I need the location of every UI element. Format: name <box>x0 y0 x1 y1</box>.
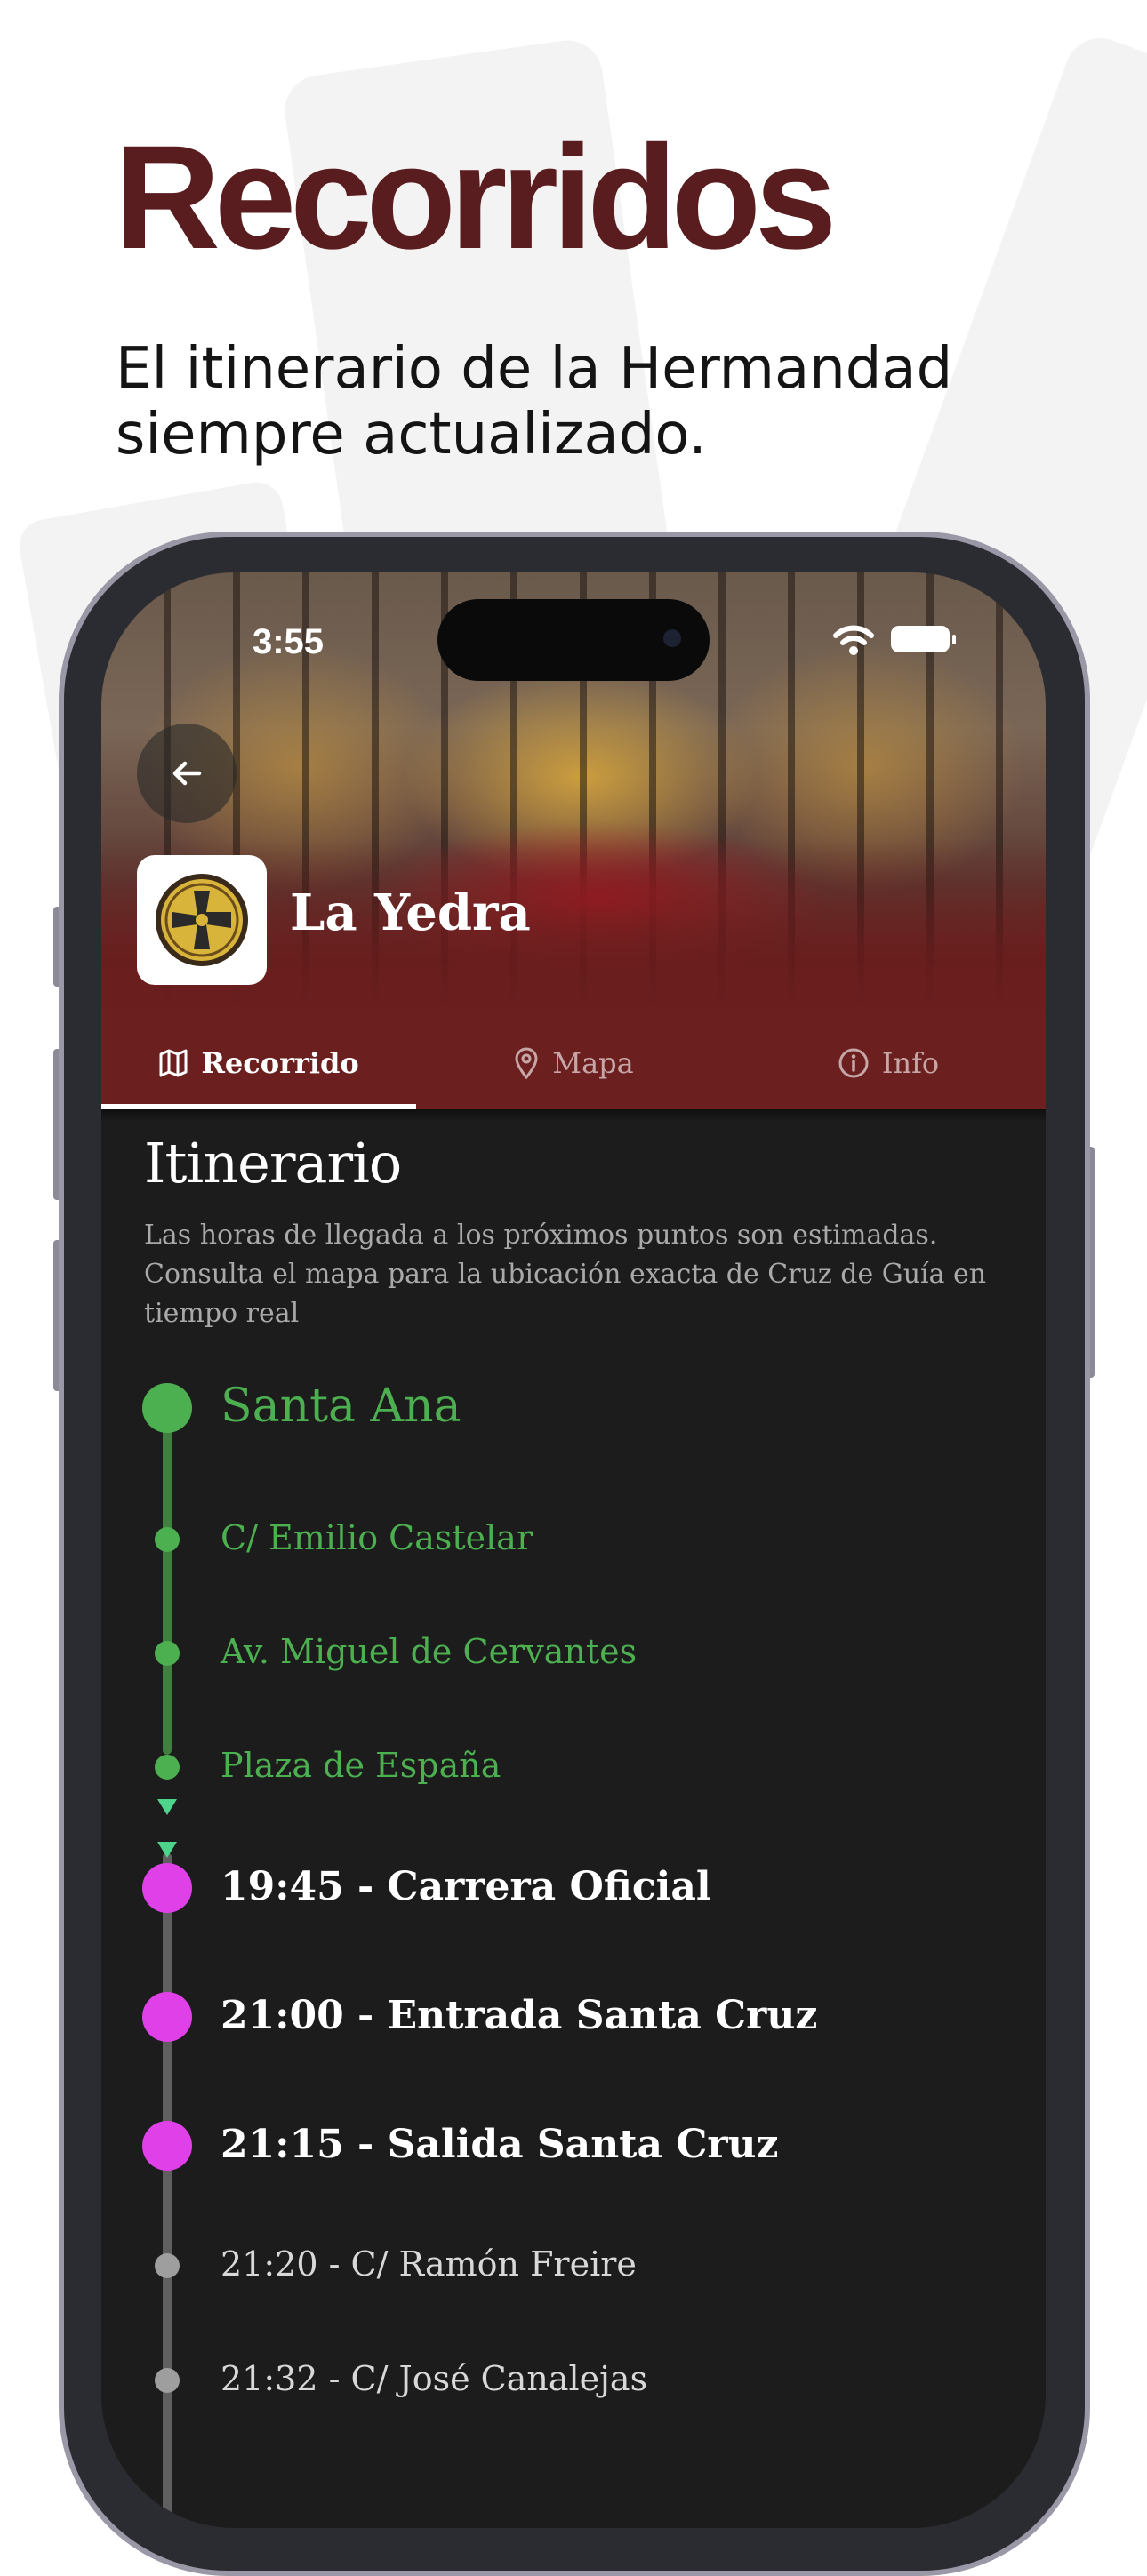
promo-title: Recorridos <box>114 116 837 280</box>
timeline-rail-passed <box>163 1408 172 1755</box>
stop-marker-passed <box>142 1383 192 1433</box>
stop-marker-passed <box>155 1641 180 1666</box>
stop-marker-upcoming <box>155 2368 180 2393</box>
promo-subtitle: El itinerario de la Hermandad siempre ac… <box>116 336 953 468</box>
stop-marker-upcoming <box>155 2253 180 2278</box>
stop-label: Plaza de España <box>221 1746 501 1786</box>
stop-label: C/ Emilio Castelar <box>221 1518 533 1558</box>
stop-label: 21:00 - Entrada Santa Cruz <box>221 1992 818 2038</box>
stop-marker-highlight <box>142 1992 192 2042</box>
stop-label: 21:20 - C/ Ramón Freire <box>221 2244 637 2284</box>
stop-label: 19:45 - Carrera Oficial <box>221 1863 711 1909</box>
phone-screen: 3:55 La Yedra Recorrido Mapa Info Itiner… <box>101 572 1046 2528</box>
stop-label: 21:32 - C/ José Canalejas <box>221 2359 648 2399</box>
arrow-down-icon <box>157 1799 177 1815</box>
stop-label: Santa Ana <box>221 1379 461 1433</box>
stop-marker-highlight <box>142 1863 192 1913</box>
timeline-rail-upcoming <box>163 1852 172 2528</box>
stop-marker-highlight <box>142 2121 192 2171</box>
stop-marker-passed <box>155 1755 180 1780</box>
stop-label: Av. Miguel de Cervantes <box>221 1632 638 1672</box>
arrow-down-icon <box>157 1842 177 1858</box>
stop-marker-passed <box>155 1527 180 1552</box>
itinerary-timeline: Santa Ana C/ Emilio Castelar Av. Miguel de… <box>101 572 1046 2528</box>
stop-label: 21:15 - Salida Santa Cruz <box>221 2121 779 2167</box>
